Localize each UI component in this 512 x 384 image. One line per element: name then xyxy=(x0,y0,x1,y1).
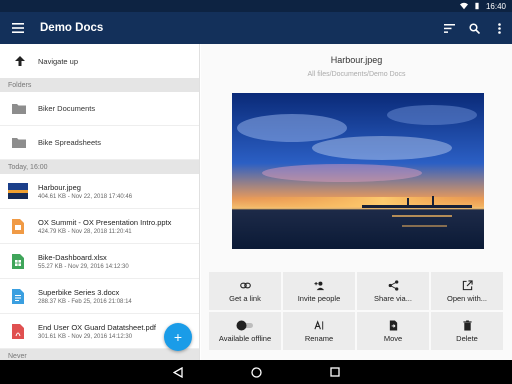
person-add-icon xyxy=(313,281,324,290)
move-file-icon xyxy=(389,319,397,331)
file-meta: 301.61 KB - Nov 29, 2016 14:12:30 xyxy=(38,333,133,340)
detail-pane: Harbour.jpeg All files/Documents/Demo Do… xyxy=(201,44,512,360)
detail-file-path: All files/Documents/Demo Docs xyxy=(307,71,406,78)
presentation-icon xyxy=(12,218,24,234)
sort-icon xyxy=(444,23,455,33)
navigate-up-label: Navigate up xyxy=(38,56,79,66)
trash-icon xyxy=(462,319,472,331)
sort-button[interactable] xyxy=(437,12,462,44)
file-name: Bike-Dashboard.xlsx xyxy=(38,252,107,262)
action-label: Delete xyxy=(456,333,478,343)
folder-name: Bike Spreadsheets xyxy=(38,138,101,147)
detail-file-title: Harbour.jpeg xyxy=(330,55,383,65)
link-icon xyxy=(239,282,251,288)
folder-name: Biker Documents xyxy=(38,104,96,113)
section-header-never: Never xyxy=(0,349,199,360)
file-item[interactable]: Harbour.jpeg 404.61 KB - Nov 22, 2018 17… xyxy=(0,174,199,209)
section-header-today: Today, 16:00 xyxy=(0,160,199,174)
pdf-icon xyxy=(12,323,24,339)
wifi-icon xyxy=(459,2,468,10)
folder-item[interactable]: Biker Documents xyxy=(0,92,199,126)
app-bar: Demo Docs xyxy=(0,12,512,44)
action-label: Share via... xyxy=(374,293,412,303)
status-bar: 16:40 xyxy=(0,0,512,12)
system-nav-bar xyxy=(0,360,512,384)
navigate-up-row[interactable]: Navigate up xyxy=(0,44,199,78)
overflow-menu-button[interactable] xyxy=(487,12,512,44)
file-name: OX Summit - OX Presentation Intro.pptx xyxy=(38,217,172,227)
action-label: Invite people xyxy=(297,293,341,303)
search-button[interactable] xyxy=(462,12,487,44)
file-item[interactable]: OX Summit - OX Presentation Intro.pptx 4… xyxy=(0,209,199,244)
file-name: Harbour.jpeg xyxy=(38,182,81,192)
hamburger-icon xyxy=(12,23,24,33)
file-item[interactable]: Bike-Dashboard.xlsx 55.27 KB - Nov 29, 2… xyxy=(0,244,199,279)
arrow-up-icon xyxy=(15,56,25,66)
recents-icon[interactable] xyxy=(329,367,340,377)
share-via-button[interactable]: Share via... xyxy=(357,272,429,310)
home-icon[interactable] xyxy=(250,366,262,378)
rename-button[interactable]: Rename xyxy=(283,312,355,350)
battery-icon xyxy=(475,2,479,10)
back-icon[interactable] xyxy=(172,366,183,378)
available-offline-toggle[interactable]: Available offline xyxy=(209,312,281,350)
menu-button[interactable] xyxy=(0,12,36,44)
file-meta: 404.61 KB - Nov 22, 2018 17:40:46 xyxy=(38,193,133,200)
toggle-icon xyxy=(236,320,253,330)
app-title: Demo Docs xyxy=(40,22,104,34)
file-meta: 55.27 KB - Nov 29, 2016 14:12:30 xyxy=(38,263,129,270)
open-external-icon xyxy=(462,279,473,290)
action-label: Get a link xyxy=(229,293,261,303)
action-label: Rename xyxy=(304,333,334,343)
file-name: End User OX Guard Datatsheet.pdf xyxy=(38,322,156,332)
image-thumbnail xyxy=(8,181,28,201)
file-list-pane: Navigate up Folders Biker Documents Bike… xyxy=(0,44,200,360)
file-name: Superbike Series 3.docx xyxy=(38,287,120,297)
file-item[interactable]: Superbike Series 3.docx 288.37 KB - Feb … xyxy=(0,279,199,314)
folder-icon xyxy=(12,138,26,148)
invite-people-button[interactable]: Invite people xyxy=(283,272,355,310)
document-icon xyxy=(12,288,24,304)
action-label: Available offline xyxy=(218,333,272,343)
image-preview[interactable] xyxy=(232,93,484,249)
action-grid: Get a link Invite people Share via... Op… xyxy=(209,272,503,350)
file-meta: 288.37 KB - Feb 25, 2016 21:08:14 xyxy=(38,298,132,305)
file-meta: 424.79 KB - Nov 28, 2018 11:20:41 xyxy=(38,228,132,235)
get-link-button[interactable]: Get a link xyxy=(209,272,281,310)
open-with-button[interactable]: Open with... xyxy=(431,272,503,310)
share-icon xyxy=(388,279,398,291)
folder-item[interactable]: Bike Spreadsheets xyxy=(0,126,199,160)
section-header-folders: Folders xyxy=(0,78,199,92)
delete-button[interactable]: Delete xyxy=(431,312,503,350)
move-button[interactable]: Move xyxy=(357,312,429,350)
spreadsheet-icon xyxy=(12,253,24,269)
folder-icon xyxy=(12,104,26,114)
action-label: Open with... xyxy=(446,293,488,303)
add-fab-button[interactable]: + xyxy=(164,323,192,351)
rename-icon xyxy=(313,319,323,330)
more-vert-icon xyxy=(498,22,501,34)
status-time: 16:40 xyxy=(485,1,506,11)
plus-icon: + xyxy=(173,329,183,345)
search-icon xyxy=(469,22,480,34)
action-label: Move xyxy=(383,333,403,343)
